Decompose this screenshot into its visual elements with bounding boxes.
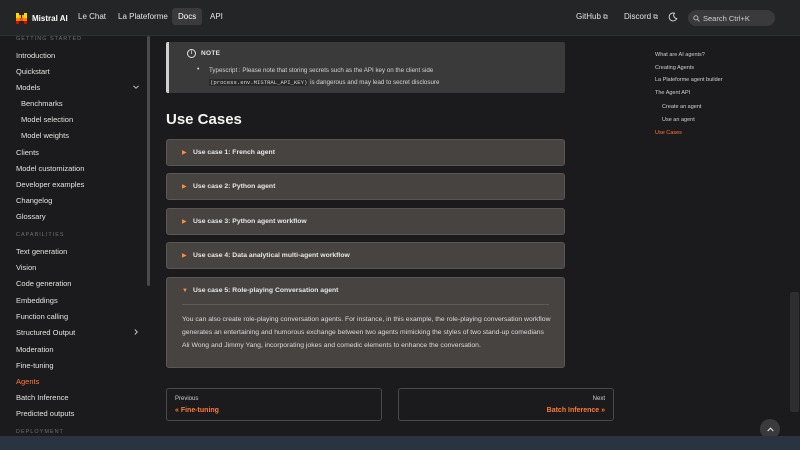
pagination-next-label: Batch Inference » xyxy=(546,407,605,414)
caret-down-icon: ▼ xyxy=(182,287,188,294)
note-heading-text: NOTE xyxy=(201,50,221,57)
sidebar-item-changelog[interactable]: Changelog xyxy=(16,196,52,205)
toc-item-what-are-ai-agents[interactable]: What are AI agents? xyxy=(655,52,705,58)
browser-status-bar xyxy=(0,436,800,450)
accordion-divider xyxy=(182,304,549,305)
section-heading: Use Cases xyxy=(166,111,242,128)
sidebar-item-function-calling[interactable]: Function calling xyxy=(16,312,68,321)
sidebar-item-developer-examples[interactable]: Developer examples xyxy=(16,180,84,189)
nav-link-github[interactable]: GitHub ⧉ xyxy=(576,12,608,22)
sidebar-item-models[interactable]: Models xyxy=(16,83,40,92)
accordion-use-case-2[interactable]: ▶ Use case 2: Python agent xyxy=(166,173,565,200)
nav-link-la-plateforme[interactable]: La Plateforme xyxy=(118,12,168,21)
pagination-previous-sub: Previous xyxy=(175,396,199,402)
toc-item-use-cases[interactable]: Use Cases xyxy=(655,130,682,136)
pagination-previous[interactable]: Previous « Fine-tuning xyxy=(166,388,382,421)
accordion-title: Use case 5: Role-playing Conversation ag… xyxy=(193,287,339,294)
pagination-previous-label: « Fine-tuning xyxy=(175,407,219,414)
sidebar: GETTING STARTED Introduction Quickstart … xyxy=(0,36,150,436)
sidebar-item-quickstart[interactable]: Quickstart xyxy=(16,67,50,76)
nav-link-discord[interactable]: Discord ⧉ xyxy=(624,12,658,22)
caret-right-icon: ▶ xyxy=(182,253,187,259)
caret-right-icon: ▶ xyxy=(182,184,187,190)
chevron-right-icon[interactable] xyxy=(132,328,140,336)
nav-link-le-chat[interactable]: Le Chat xyxy=(78,12,106,21)
toc-item-create-an-agent[interactable]: Create an agent xyxy=(662,104,701,110)
note-text-prefix: Typescript : Please note that storing se… xyxy=(209,67,434,74)
note-text: Typescript : Please note that storing se… xyxy=(209,65,549,89)
accordion-use-case-3[interactable]: ▶ Use case 3: Python agent workflow xyxy=(166,208,565,235)
accordion-body: You can also create role-playing convers… xyxy=(182,316,551,349)
page-scrollbar-thumb[interactable] xyxy=(790,292,799,412)
sidebar-item-batch-inference[interactable]: Batch Inference xyxy=(16,393,69,402)
note-heading: i NOTE xyxy=(187,49,220,58)
accordion-title: Use case 3: Python agent workflow xyxy=(193,218,307,225)
toc-item-agent-api[interactable]: The Agent API xyxy=(655,90,690,96)
sidebar-item-fine-tuning[interactable]: Fine-tuning xyxy=(16,361,54,370)
brand[interactable]: Mistral AI xyxy=(16,11,68,25)
accordion-use-case-4[interactable]: ▶ Use case 4: Data analytical multi-agent… xyxy=(166,242,565,269)
top-navbar: Mistral AI Le Chat La Plateforme Docs AP… xyxy=(0,0,800,36)
sidebar-category-getting-started: GETTING STARTED xyxy=(16,36,83,42)
accordion-title: Use case 2: Python agent xyxy=(193,183,276,190)
note-text-suffix: is dangerous and may lead to secret disc… xyxy=(308,79,440,86)
accordion-use-case-5[interactable]: ▼ Use case 5: Role-playing Conversation a… xyxy=(166,277,565,368)
external-link-icon: ⧉ xyxy=(602,14,608,21)
chevron-down-icon[interactable] xyxy=(132,83,140,91)
moon-icon[interactable] xyxy=(668,12,678,22)
brand-name: Mistral AI xyxy=(32,13,68,23)
sidebar-item-glossary[interactable]: Glossary xyxy=(16,212,46,221)
caret-right-icon: ▶ xyxy=(182,150,187,156)
chevron-up-icon xyxy=(766,426,774,431)
sidebar-item-embeddings[interactable]: Embeddings xyxy=(16,296,58,305)
sidebar-item-model-weights[interactable]: Model weights xyxy=(21,131,69,140)
sidebar-category-deployment: DEPLOYMENT xyxy=(16,429,64,435)
sidebar-item-code-generation[interactable]: Code generation xyxy=(16,279,71,288)
sidebar-item-model-selection[interactable]: Model selection xyxy=(21,115,73,124)
caret-right-icon: ▶ xyxy=(182,219,187,225)
toc-item-creating-agents[interactable]: Creating Agents xyxy=(655,65,694,71)
toc-item-use-an-agent[interactable]: Use an agent xyxy=(662,117,695,123)
sidebar-item-benchmarks[interactable]: Benchmarks xyxy=(21,99,63,108)
note-inline-code: (process.env.MISTRAL_API_KEY) xyxy=(209,79,309,86)
sidebar-item-clients[interactable]: Clients xyxy=(16,148,39,157)
sidebar-item-text-generation[interactable]: Text generation xyxy=(16,247,67,256)
info-icon: i xyxy=(187,49,196,58)
pagination-next-sub: Next xyxy=(592,396,605,402)
search-input[interactable] xyxy=(703,13,771,23)
pagination-next[interactable]: Next Batch Inference » xyxy=(398,388,614,421)
search-box[interactable] xyxy=(688,10,775,26)
accordion-title: Use case 1: French agent xyxy=(193,149,275,156)
accordion-title: Use case 4: Data analytical multi-agent … xyxy=(193,252,350,259)
sidebar-item-vision[interactable]: Vision xyxy=(16,263,36,272)
github-label: GitHub xyxy=(576,12,601,21)
external-link-icon: ⧉ xyxy=(653,14,659,21)
sidebar-item-structured-output[interactable]: Structured Output xyxy=(16,328,75,337)
sidebar-item-agents[interactable]: Agents xyxy=(16,377,39,386)
sidebar-item-predicted-outputs[interactable]: Predicted outputs xyxy=(16,409,74,418)
nav-link-api[interactable]: API xyxy=(210,12,223,21)
sidebar-item-introduction[interactable]: Introduction xyxy=(16,51,55,60)
accordion-use-case-1[interactable]: ▶ Use case 1: French agent xyxy=(166,139,565,166)
sidebar-category-capabilities: CAPABILITIES xyxy=(16,232,65,238)
sidebar-item-moderation[interactable]: Moderation xyxy=(16,345,54,354)
sidebar-item-model-customization[interactable]: Model customization xyxy=(16,164,84,173)
mistral-logo-icon xyxy=(16,12,27,24)
toc-item-agent-builder[interactable]: La Plateforme agent builder xyxy=(655,77,723,83)
bullet-icon: • xyxy=(197,66,200,73)
main-content: i NOTE • Typescript : Please note that s… xyxy=(150,36,640,436)
search-icon xyxy=(693,14,700,22)
discord-label: Discord xyxy=(624,12,652,21)
nav-link-docs[interactable]: Docs xyxy=(172,8,203,25)
note-admonition: i NOTE • Typescript : Please note that s… xyxy=(166,42,565,93)
